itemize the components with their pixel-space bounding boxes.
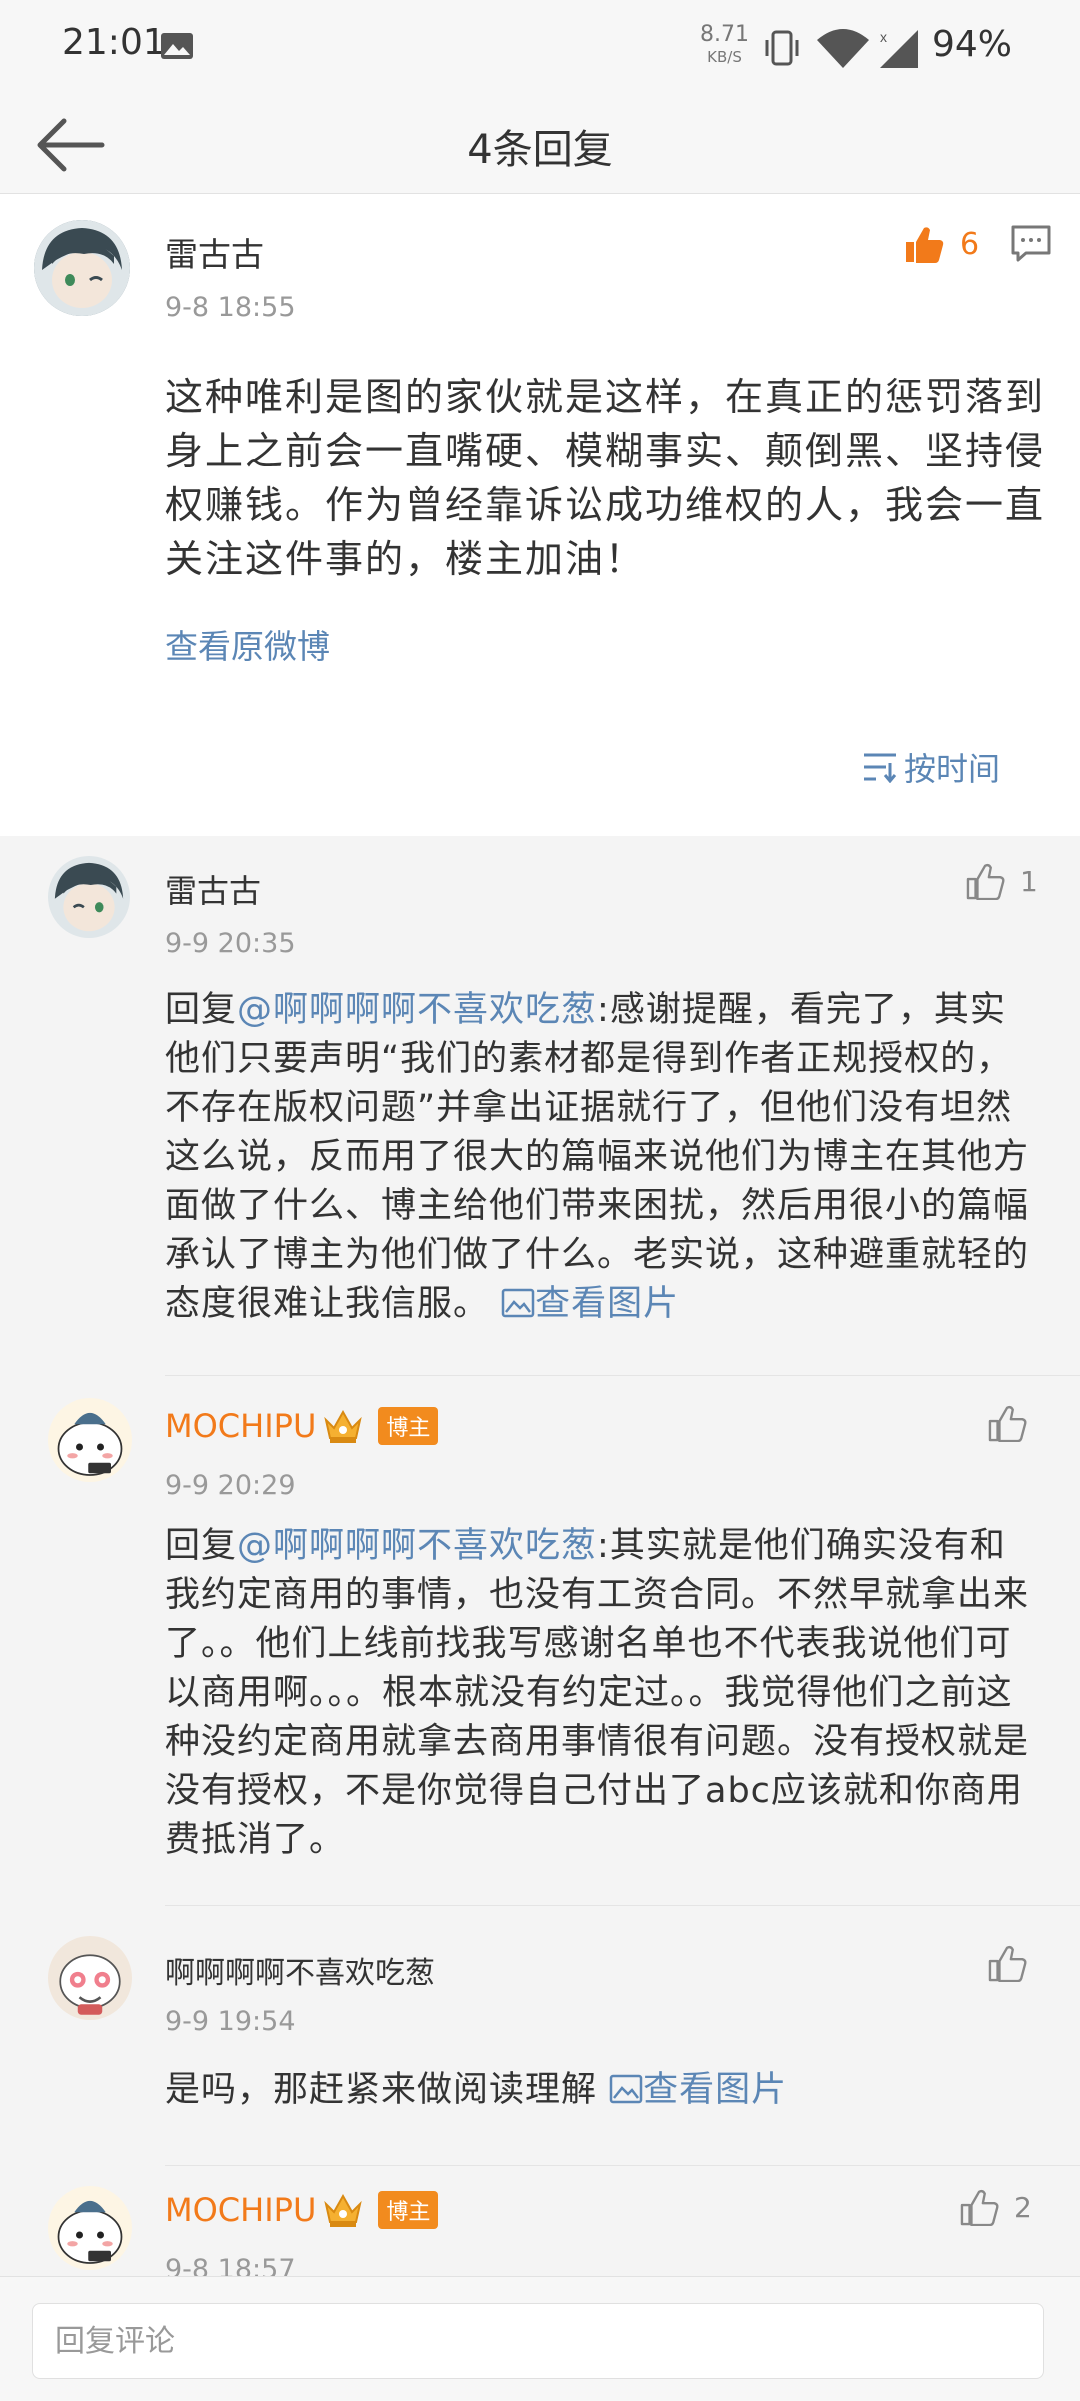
page-title: 4条回复	[467, 127, 613, 173]
svg-text:x: x	[880, 29, 887, 45]
reply-input[interactable]: 回复评论	[32, 2303, 1044, 2379]
like-button[interactable]: 1	[966, 862, 1038, 900]
mention-link[interactable]: @啊啊啊啊不喜欢吃葱	[237, 1526, 597, 1566]
avatar-image	[34, 220, 130, 316]
battery-level: 94%	[932, 24, 1013, 65]
thumbs-up-icon	[960, 2189, 999, 2226]
reply-time: 9-9 20:35	[165, 928, 296, 959]
sort-by-time-button[interactable]: 按时间	[862, 744, 1000, 790]
thumbs-up-icon	[966, 863, 1005, 900]
avatar[interactable]	[48, 2186, 132, 2270]
bottom-reply-bar: 回复评论	[0, 2276, 1080, 2401]
like-button[interactable]	[988, 1404, 1028, 1442]
image-notification-icon	[161, 33, 193, 59]
reply-username[interactable]: MOCHIPU	[165, 2191, 316, 2229]
signal-icon: x	[880, 29, 918, 68]
avatar-image	[48, 1398, 132, 1482]
thumbs-up-icon	[906, 227, 944, 263]
view-image-link[interactable]: 查看图片	[609, 2070, 787, 2110]
reply-time: 9-9 19:54	[165, 2006, 296, 2037]
avatar[interactable]	[48, 1936, 132, 2020]
reply-text: 是吗，那赶紧来做阅读理解 查看图片	[165, 2070, 788, 2110]
like-button[interactable]: 2	[960, 2188, 1032, 2226]
blogger-badge: 博主	[378, 2191, 439, 2229]
status-bar: 21:01 8.71 KB/S x 94%	[0, 0, 1080, 95]
avatar[interactable]	[48, 1398, 132, 1482]
thumbs-up-icon	[988, 1405, 1027, 1442]
comment-username[interactable]: 雷古古	[165, 228, 264, 276]
thumbs-up-icon	[988, 1945, 1027, 1982]
reply-text: 回复@啊啊啊啊不喜欢吃葱:其实就是他们确实没有和我约定商用的事情，也没有工资合同…	[165, 1526, 1030, 1860]
avatar[interactable]	[48, 856, 130, 938]
reply-username[interactable]: MOCHIPU	[165, 1407, 316, 1445]
like-button[interactable]: 6	[904, 224, 979, 264]
status-time: 21:01	[62, 22, 166, 63]
like-count: 2	[1014, 2190, 1032, 2224]
reply-time: 9-8 18:57	[165, 2254, 296, 2276]
view-original-link[interactable]: 查看原微博	[165, 620, 330, 668]
reply-name-row: MOCHIPU 博主	[165, 2190, 439, 2230]
comment-icon[interactable]	[1010, 224, 1052, 264]
comment-time: 9-8 18:55	[165, 292, 296, 323]
avatar-image	[48, 1936, 132, 2020]
mention-link[interactable]: @啊啊啊啊不喜欢吃葱	[237, 990, 597, 1030]
crown-icon	[324, 2193, 363, 2227]
like-count: 1	[1020, 864, 1038, 898]
view-image-link[interactable]: 查看图片	[501, 1284, 679, 1324]
main-comment: 雷古古 9-8 18:55 6 这种唯利是图的家伙就是这样，在真正的惩罚落到身上…	[0, 194, 1080, 836]
header: 4条回复	[0, 95, 1080, 194]
reply-text: 回复@啊啊啊啊不喜欢吃葱:感谢提醒，看完了，其实他们只要声明“我们的素材都是得到…	[165, 990, 1030, 1324]
wifi-icon	[817, 29, 869, 68]
like-count: 6	[960, 226, 980, 262]
reply-username[interactable]: 啊啊啊啊不喜欢吃葱	[165, 1948, 435, 1992]
reply-name-row: MOCHIPU 博主	[165, 1406, 439, 1446]
sort-icon	[864, 753, 897, 783]
avatar-image	[48, 2186, 132, 2270]
reply-item: MOCHIPU 博主 9-8 18:57 2	[0, 2166, 1080, 2276]
like-button[interactable]	[988, 1944, 1028, 1982]
crown-icon	[324, 1409, 363, 1443]
comment-text: 这种唯利是图的家伙就是这样，在真正的惩罚落到身上之前会一直嘴硬、模糊事实、颠倒黑…	[165, 375, 1046, 581]
reply-item: 雷古古 9-9 20:35 1 回复@啊啊啊啊不喜欢吃葱:感谢提醒，看完了，其实…	[0, 836, 1080, 1376]
avatar[interactable]	[34, 220, 130, 316]
network-speed: 8.71 KB/S	[700, 22, 749, 67]
reply-time: 9-9 20:29	[165, 1470, 296, 1501]
image-icon	[609, 2074, 643, 2104]
blogger-badge: 博主	[378, 1407, 439, 1445]
vibrate-icon	[765, 30, 799, 66]
sort-label: 按时间	[904, 750, 1001, 788]
image-icon	[501, 1288, 535, 1318]
reply-item: MOCHIPU 博主 9-9 20:29 回复@啊啊啊啊不喜欢吃葱:其实就是他们…	[0, 1376, 1080, 1906]
reply-username[interactable]: 雷古古	[165, 866, 261, 912]
reply-item: 啊啊啊啊不喜欢吃葱 9-9 19:54 是吗，那赶紧来做阅读理解 查看图片	[0, 1906, 1080, 2166]
avatar-image	[48, 856, 130, 938]
